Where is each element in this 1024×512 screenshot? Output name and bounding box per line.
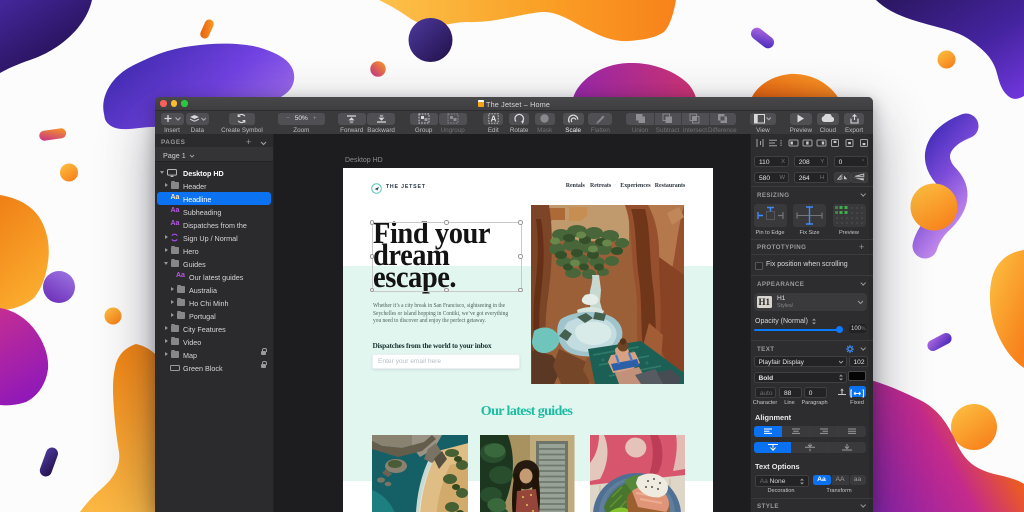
svg-text:A: A: [490, 115, 496, 124]
